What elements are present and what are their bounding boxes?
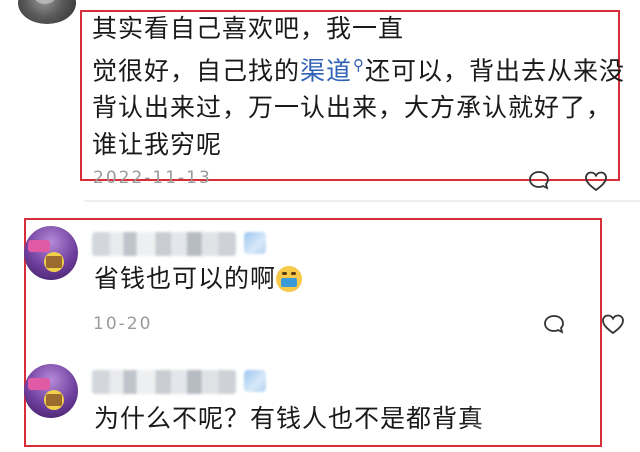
avatar-badge-icon <box>28 240 64 272</box>
user-badge-icon <box>244 370 266 392</box>
reply-icon[interactable] <box>528 170 550 190</box>
reply-2-text-body: 为什么不呢？有钱人也不是都背真 <box>94 404 485 433</box>
like-icon[interactable] <box>584 170 608 192</box>
comment-1-line-2-post: 还可以，背出去从来没 <box>365 56 626 86</box>
emoji-mouth <box>281 278 297 287</box>
user-badge-icon <box>244 232 266 254</box>
avatar[interactable] <box>24 226 78 280</box>
reply-2-text: 为什么不呢？有钱人也不是都背真 <box>94 400 484 437</box>
avatar[interactable] <box>18 0 76 24</box>
like-icon[interactable] <box>601 313 625 335</box>
reply-1-text-body: 省钱也可以的啊 <box>94 264 277 293</box>
search-icon: ⚲ <box>353 56 366 74</box>
username-blurred[interactable] <box>92 232 236 256</box>
emoji-eye-left <box>282 272 287 275</box>
username-blurred[interactable] <box>92 370 236 394</box>
reply-icon[interactable] <box>543 314 565 334</box>
divider <box>84 200 640 202</box>
comment-1-text: 其实看自己喜欢吧，我一直 觉很好，自己找的渠道⚲还可以，背出去从来没 背认出来过… <box>92 10 632 170</box>
grinning-face-emoji <box>276 266 302 292</box>
channel-link[interactable]: 渠道 <box>300 56 352 85</box>
comment-1-line-3: 背认出来过，万一认出来，大方承认就好了， <box>92 93 613 123</box>
comment-1-line-2-pre: 觉很好，自己找的 <box>92 56 301 86</box>
comment-1-line-2: 觉很好，自己找的渠道⚲还可以，背出去从来没 <box>92 47 632 89</box>
comment-1-line-4: 谁让我穷呢 <box>92 130 223 160</box>
comment-1-line-1: 其实看自己喜欢吧，我一直 <box>92 14 405 43</box>
avatar-badge-icon <box>28 378 64 410</box>
emoji-eye-right <box>291 272 296 275</box>
reply-1-date: 10-20 <box>93 314 153 334</box>
reply-1-text: 省钱也可以的啊 <box>94 260 276 297</box>
avatar[interactable] <box>24 364 78 418</box>
comment-1-date: 2022-11-13 <box>93 168 212 188</box>
text-fade <box>470 397 540 437</box>
